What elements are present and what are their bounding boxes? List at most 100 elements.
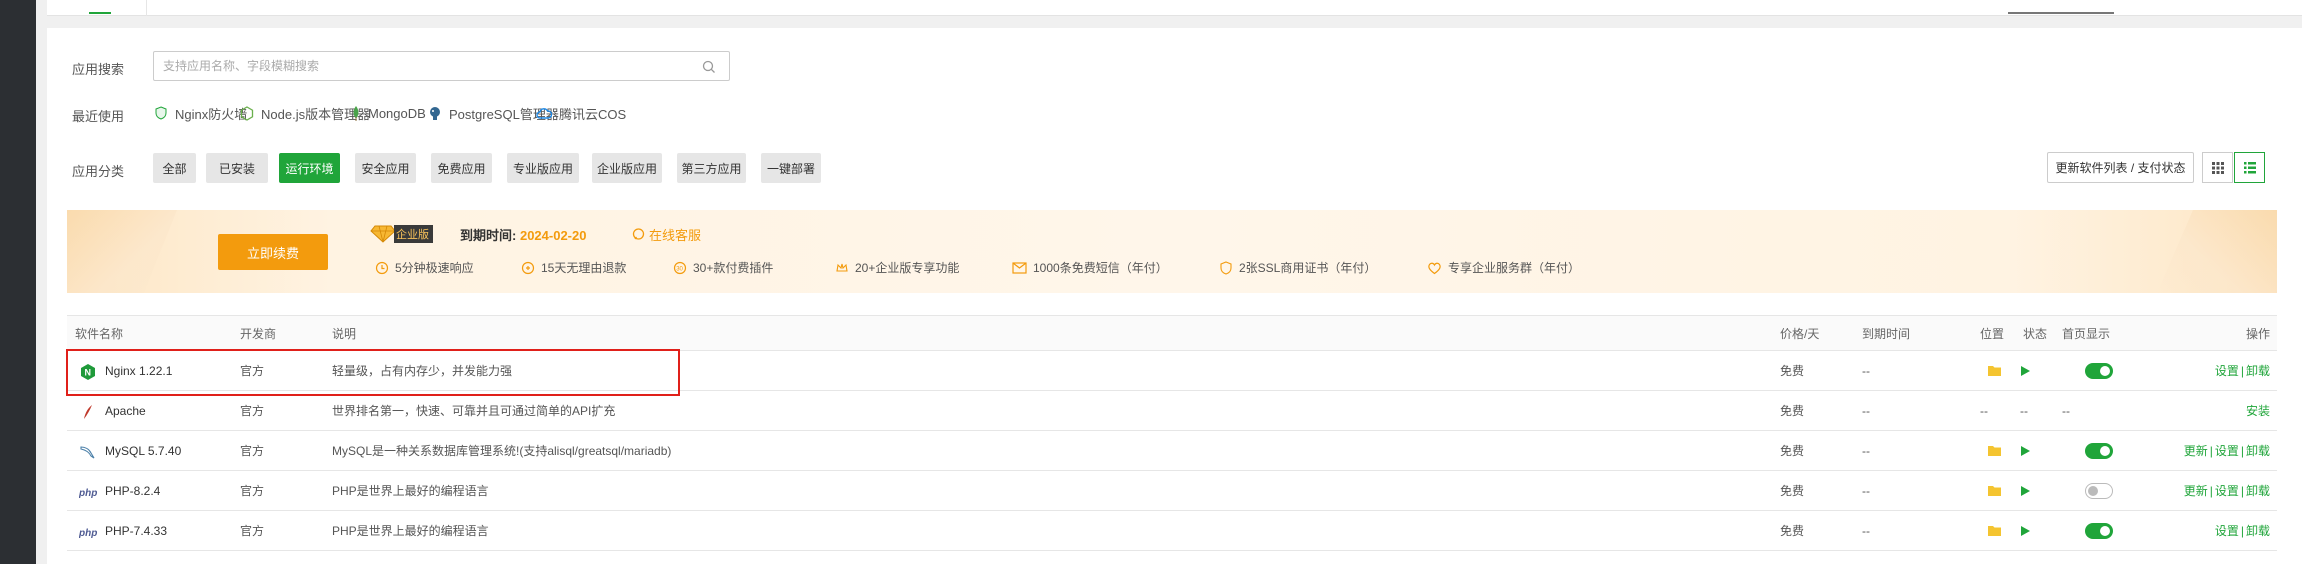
category-all[interactable]: 全部 xyxy=(153,153,196,183)
sidebar xyxy=(0,0,36,564)
feature-item: 20+企业版专享功能 xyxy=(835,259,959,276)
feature-item: 2张SSL商用证书（年付） xyxy=(1219,259,1376,276)
row-actions: 安装 xyxy=(2246,391,2270,431)
recent-item-tencent-cos[interactable]: 腾讯云COS xyxy=(536,104,626,122)
software-store-panel: 应用搜索 最近使用 Nginx防火墙 Node.js版本管理器 MongoDB … xyxy=(47,28,2302,564)
software-location: -- xyxy=(1980,404,1988,418)
feature-label: 2张SSL商用证书（年付） xyxy=(1239,261,1377,275)
feature-item: 5分钟极速响应 xyxy=(375,259,474,276)
recent-item-mongodb[interactable]: MongoDB xyxy=(351,104,426,122)
header-dev: 开发商 xyxy=(240,327,277,341)
folder-icon[interactable] xyxy=(1987,444,2002,457)
online-service-link[interactable]: 在线客服 xyxy=(632,225,701,244)
play-icon[interactable] xyxy=(2020,485,2031,497)
top-tab[interactable] xyxy=(47,0,147,16)
uninstall-link[interactable]: 卸载 xyxy=(2246,524,2270,538)
table-row: Apache 官方 世界排名第一，快速、可靠并且可通过简单的API扩充 免费 -… xyxy=(67,391,2277,431)
software-expire: -- xyxy=(1862,484,1870,498)
plugin-icon: 30 xyxy=(673,261,687,274)
software-expire: -- xyxy=(1862,444,1870,458)
home-display-toggle[interactable] xyxy=(2085,443,2113,459)
folder-icon[interactable] xyxy=(1987,364,2002,377)
header-home: 首页显示 xyxy=(2062,327,2111,341)
software-price: 免费 xyxy=(1780,484,1805,498)
play-icon[interactable] xyxy=(2020,445,2031,457)
home-display-toggle[interactable] xyxy=(2085,483,2113,499)
settings-link[interactable]: 设置 xyxy=(2215,524,2239,538)
feature-label: 1000条免费短信（年付） xyxy=(1033,261,1168,275)
row-actions: 设置 | 卸载 xyxy=(2214,364,2270,378)
table-row: php PHP-7.4.33 官方 PHP是世界上最好的编程语言 免费 -- 设… xyxy=(67,511,2277,551)
software-dev: 官方 xyxy=(240,484,265,498)
home-display-toggle[interactable] xyxy=(2085,523,2113,539)
play-icon[interactable] xyxy=(2020,525,2031,537)
software-name: Nginx 1.22.1 xyxy=(105,364,173,378)
refresh-list-button[interactable]: 更新软件列表 / 支付状态 xyxy=(2047,152,2194,183)
grid-view-button[interactable] xyxy=(2202,152,2233,183)
edition-label: 企业版 xyxy=(394,225,433,243)
feature-label: 20+企业版专享功能 xyxy=(855,261,960,275)
feature-label: 30+款付费插件 xyxy=(693,261,774,275)
category-security[interactable]: 安全应用 xyxy=(355,153,416,183)
nodejs-icon xyxy=(240,105,254,121)
recent-label: 最近使用 xyxy=(72,109,125,124)
software-name: PHP-7.4.33 xyxy=(105,524,168,538)
feature-label: 15天无理由退款 xyxy=(541,261,627,275)
svg-text:php: php xyxy=(79,488,97,499)
software-price: 免费 xyxy=(1780,524,1805,538)
grid-view-icon xyxy=(2211,161,2224,174)
settings-link[interactable]: 设置 xyxy=(2215,484,2239,498)
category-pro[interactable]: 专业版应用 xyxy=(507,153,579,183)
heart-icon xyxy=(1428,262,1441,274)
folder-icon[interactable] xyxy=(1987,484,2002,497)
search-input[interactable] xyxy=(153,51,730,81)
recent-item-label: Nginx防火墙 xyxy=(175,106,248,122)
recent-item-label: MongoDB xyxy=(368,105,426,121)
software-table: 软件名称 开发商 说明 价格/天 到期时间 位置 状态 首页显示 操作 N Ng… xyxy=(67,315,2277,551)
category-installed[interactable]: 已安装 xyxy=(206,153,268,183)
software-home: -- xyxy=(2062,404,2070,418)
feature-item: 15天无理由退款 xyxy=(521,259,626,276)
software-dev: 官方 xyxy=(240,524,265,538)
settings-link[interactable]: 设置 xyxy=(2215,444,2239,458)
software-dev: 官方 xyxy=(240,364,265,378)
install-link[interactable]: 安装 xyxy=(2246,404,2270,418)
renew-button[interactable]: 立即续费 xyxy=(218,234,328,270)
update-link[interactable]: 更新 xyxy=(2184,444,2208,458)
list-view-button[interactable] xyxy=(2234,152,2265,183)
feature-label: 5分钟极速响应 xyxy=(395,261,474,275)
uninstall-link[interactable]: 卸载 xyxy=(2246,444,2270,458)
software-price: 免费 xyxy=(1780,404,1805,418)
category-runtime[interactable]: 运行环境 xyxy=(279,153,340,183)
category-free[interactable]: 免费应用 xyxy=(431,153,492,183)
uninstall-link[interactable]: 卸载 xyxy=(2246,484,2270,498)
folder-icon[interactable] xyxy=(1987,524,2002,537)
software-expire: -- xyxy=(1862,404,1870,418)
diamond-icon xyxy=(370,225,396,243)
play-icon[interactable] xyxy=(2020,365,2031,377)
clock-icon xyxy=(375,261,389,274)
software-dev: 官方 xyxy=(240,444,265,458)
uninstall-link[interactable]: 卸载 xyxy=(2246,364,2270,378)
software-expire: -- xyxy=(1862,524,1870,538)
update-link[interactable]: 更新 xyxy=(2184,484,2208,498)
feature-item: 30 30+款付费插件 xyxy=(673,259,773,276)
category-one-click-deploy[interactable]: 一键部署 xyxy=(761,153,821,183)
svg-text:30: 30 xyxy=(676,266,683,272)
category-enterprise[interactable]: 企业版应用 xyxy=(592,153,662,183)
category-third-party[interactable]: 第三方应用 xyxy=(677,153,746,183)
banner-decoration-right xyxy=(2157,210,2277,293)
row-actions: 设置 | 卸载 xyxy=(2214,524,2270,538)
settings-link[interactable]: 设置 xyxy=(2215,364,2239,378)
software-desc: 世界排名第一，快速、可靠并且可通过简单的API扩充 xyxy=(332,404,616,418)
header-price: 价格/天 xyxy=(1780,327,1820,341)
home-display-toggle[interactable] xyxy=(2085,363,2113,379)
search-icon[interactable] xyxy=(701,59,717,75)
software-price: 免费 xyxy=(1780,444,1805,458)
tencent-cos-icon xyxy=(536,108,552,119)
software-desc: MySQL是一种关系数据库管理系统!(支持alisql/greatsql/mar… xyxy=(332,444,672,458)
expire-label: 到期时间: xyxy=(460,228,517,243)
software-name: Apache xyxy=(105,404,146,418)
recent-item-nginx-waf[interactable]: Nginx防火墙 xyxy=(154,104,247,122)
recent-item-label: 腾讯云COS xyxy=(559,106,627,122)
